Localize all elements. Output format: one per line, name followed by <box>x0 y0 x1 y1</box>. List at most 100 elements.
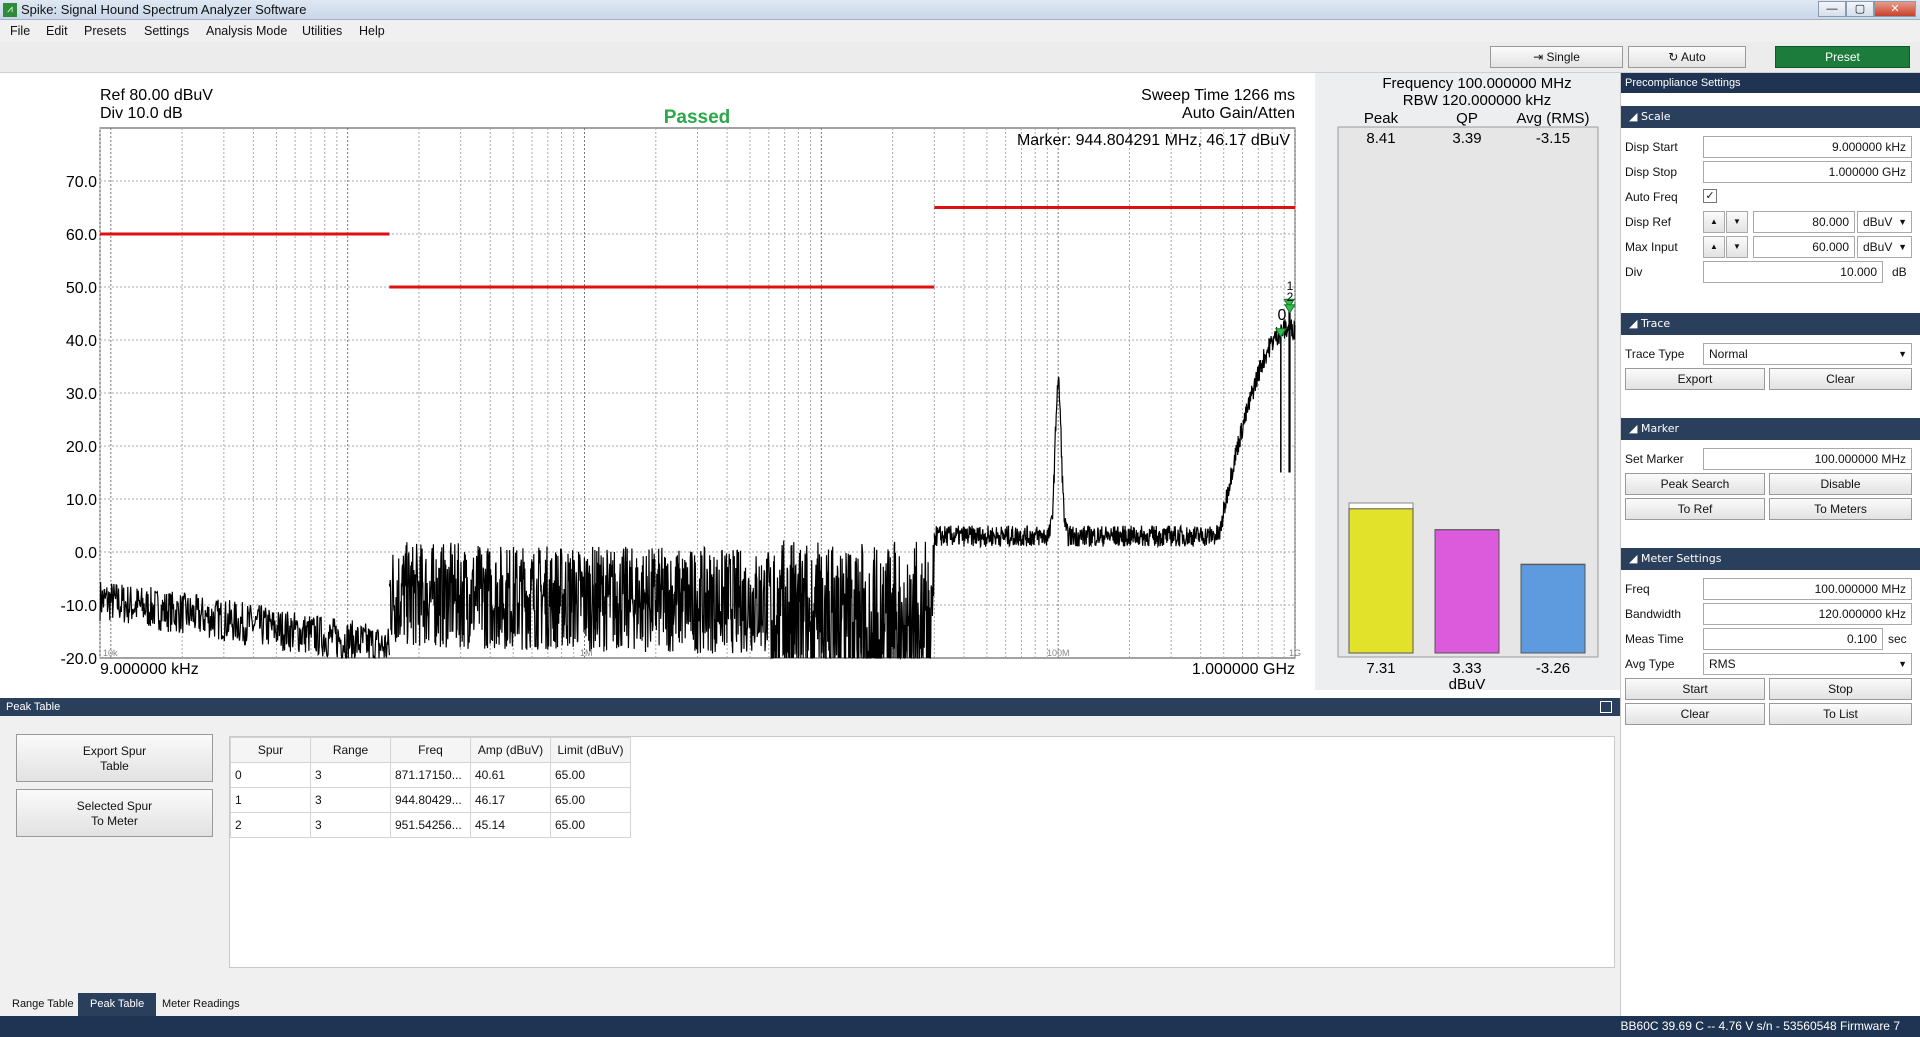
chevron-down-icon: ▼ <box>1898 242 1907 252</box>
col-spur[interactable]: Spur <box>230 737 311 763</box>
export-spur-table-button[interactable]: Export Spur Table <box>16 734 213 782</box>
menu-settings[interactable]: Settings <box>144 24 189 38</box>
cell-range: 3 <box>310 787 391 813</box>
meter-freq-field[interactable]: 100.000000 MHz <box>1703 578 1912 600</box>
trace-section-header[interactable]: ◢ Trace <box>1621 313 1920 335</box>
trace-type-select[interactable]: Normal ▼ <box>1703 343 1912 365</box>
y-tick-label: 50.0 <box>66 280 97 297</box>
meter-unit: dBuV <box>1449 676 1486 690</box>
scale-section-header[interactable]: ◢ Scale <box>1621 106 1920 128</box>
clear-trace-button[interactable]: Clear <box>1769 368 1912 390</box>
auto-freq-label: Auto Freq <box>1625 190 1678 204</box>
collapse-icon: ◢ <box>1629 110 1641 123</box>
meter-settings-section-header[interactable]: ◢ Meter Settings <box>1621 548 1920 570</box>
table-row[interactable]: 0 3 871.17150... 40.61 65.00 <box>230 762 631 788</box>
tab-range-table[interactable]: Range Table <box>0 993 86 1016</box>
to-meters-button[interactable]: To Meters <box>1769 498 1912 520</box>
maximize-button[interactable]: ▢ <box>1846 1 1874 17</box>
precompliance-settings-panel: Precompliance Settings ◢ Scale Disp Star… <box>1620 73 1920 1016</box>
close-button[interactable]: ✕ <box>1874 1 1916 17</box>
meter-stop-button[interactable]: Stop <box>1769 678 1912 700</box>
single-sweep-button[interactable]: ⇥ Single <box>1490 46 1623 68</box>
table-header-row: Spur Range Freq Amp (dBuV) Limit (dBuV) <box>230 737 631 763</box>
meter-bar <box>1348 508 1414 654</box>
col-limit[interactable]: Limit (dBuV) <box>550 737 631 763</box>
max-input-field[interactable]: 60.000 <box>1753 236 1855 258</box>
cell-limit: 65.00 <box>550 787 631 813</box>
menu-file[interactable]: File <box>10 24 30 38</box>
chevron-down-icon: ▼ <box>1898 659 1907 669</box>
col-freq[interactable]: Freq <box>390 737 471 763</box>
panel-title: Precompliance Settings <box>1621 73 1920 93</box>
cell-freq: 944.80429... <box>390 787 471 813</box>
menu-bar: File Edit Presets Settings Analysis Mode… <box>0 20 1920 42</box>
max-input-unit-select[interactable]: dBuV ▼ <box>1857 236 1912 258</box>
tab-meter-readings[interactable]: Meter Readings <box>150 993 252 1016</box>
table-row[interactable]: 2 3 951.54256... 45.14 65.00 <box>230 812 631 838</box>
menu-help[interactable]: Help <box>359 24 385 38</box>
scale-header-label: Scale <box>1640 110 1671 123</box>
meter-clear-button[interactable]: Clear <box>1625 703 1765 725</box>
menu-edit[interactable]: Edit <box>46 24 68 38</box>
to-list-button[interactable]: To List <box>1769 703 1912 725</box>
tab-peak-table[interactable]: Peak Table <box>78 993 157 1016</box>
avg-type-label: Avg Type <box>1625 657 1675 671</box>
arrow-right-icon: ⇥ <box>1533 50 1547 64</box>
col-amp[interactable]: Amp (dBuV) <box>470 737 551 763</box>
device-status: BB60C 39.69 C -- 4.76 V s/n - 53560548 F… <box>1620 1019 1900 1033</box>
marker-section-header[interactable]: ◢ Marker <box>1621 418 1920 440</box>
undock-icon[interactable] <box>1600 701 1612 713</box>
bandwidth-label: Bandwidth <box>1625 607 1682 621</box>
preset-button[interactable]: Preset <box>1775 46 1910 68</box>
max-input-up-button[interactable]: ▲ <box>1703 236 1725 258</box>
max-input-down-button[interactable]: ▼ <box>1726 236 1748 258</box>
avg-type-select[interactable]: RMS ▼ <box>1703 653 1912 675</box>
meter-frequency: Frequency 100.000000 MHz <box>1382 75 1571 92</box>
minimize-button[interactable]: — <box>1818 1 1846 17</box>
disp-stop-field[interactable]: 1.000000 GHz <box>1703 161 1912 183</box>
disable-marker-button[interactable]: Disable <box>1769 473 1912 495</box>
marker-header-label: Marker <box>1640 422 1679 435</box>
y-tick-label: 60.0 <box>66 227 97 244</box>
spectrum-chart[interactable]: 70.0 60.0 50.0 40.0 30.0 20.0 10.0 0.0 -10.0 -20.… <box>0 73 1315 690</box>
spectrum-plot[interactable]: 70.0 60.0 50.0 40.0 30.0 20.0 10.0 0.0 -10.0 -20.… <box>0 73 1315 690</box>
menu-analysis-mode[interactable]: Analysis Mode <box>206 24 287 38</box>
max-input-label: Max Input <box>1625 240 1678 254</box>
auto-freq-checkbox[interactable]: ✓ <box>1703 189 1717 203</box>
start-freq-label: 9.000000 kHz <box>100 661 199 678</box>
disp-ref-up-button[interactable]: ▲ <box>1703 211 1725 233</box>
peak-search-button[interactable]: Peak Search <box>1625 473 1765 495</box>
col-range[interactable]: Range <box>310 737 391 763</box>
meas-time-unit: sec <box>1888 632 1907 646</box>
meter-start-button[interactable]: Start <box>1625 678 1765 700</box>
meas-time-field[interactable]: 0.100 <box>1703 628 1883 650</box>
disp-ref-unit-select[interactable]: dBuV ▼ <box>1857 211 1912 233</box>
menu-utilities[interactable]: Utilities <box>302 24 342 38</box>
selected-spur-to-meter-button[interactable]: Selected Spur To Meter <box>16 789 213 837</box>
meter-bar <box>1434 529 1500 654</box>
cell-limit: 65.00 <box>550 762 631 788</box>
collapse-icon: ◢ <box>1629 422 1641 435</box>
disp-ref-down-button[interactable]: ▼ <box>1726 211 1748 233</box>
meter-peak-value: 7.31 <box>1366 660 1395 677</box>
menu-presets[interactable]: Presets <box>84 24 126 38</box>
meter-qp-max: 3.39 <box>1452 130 1481 147</box>
meter-header-peak: Peak <box>1364 110 1399 127</box>
toolbar: ⇥ Single ↻ Auto Preset <box>0 42 1920 73</box>
auto-sweep-button[interactable]: ↻ Auto <box>1628 46 1746 68</box>
div-field[interactable]: 10.000 <box>1703 261 1883 283</box>
disp-start-field[interactable]: 9.000000 kHz <box>1703 136 1912 158</box>
disp-start-label: Disp Start <box>1625 140 1678 154</box>
spectrum-trace-segment <box>99 581 390 660</box>
table-row[interactable]: 1 3 944.80429... 46.17 65.00 <box>230 787 631 813</box>
cell-limit: 65.00 <box>550 812 631 838</box>
spur-table[interactable]: Spur Range Freq Amp (dBuV) Limit (dBuV) … <box>229 736 1615 968</box>
meter-avg-max: -3.15 <box>1536 130 1570 147</box>
y-tick-label: 30.0 <box>66 386 97 403</box>
set-marker-field[interactable]: 100.000000 MHz <box>1703 448 1912 470</box>
to-ref-button[interactable]: To Ref <box>1625 498 1765 520</box>
spectrum-trace-segment <box>388 540 935 661</box>
export-trace-button[interactable]: Export <box>1625 368 1765 390</box>
disp-ref-field[interactable]: 80.000 <box>1753 211 1855 233</box>
bandwidth-field[interactable]: 120.000000 kHz <box>1703 603 1912 625</box>
